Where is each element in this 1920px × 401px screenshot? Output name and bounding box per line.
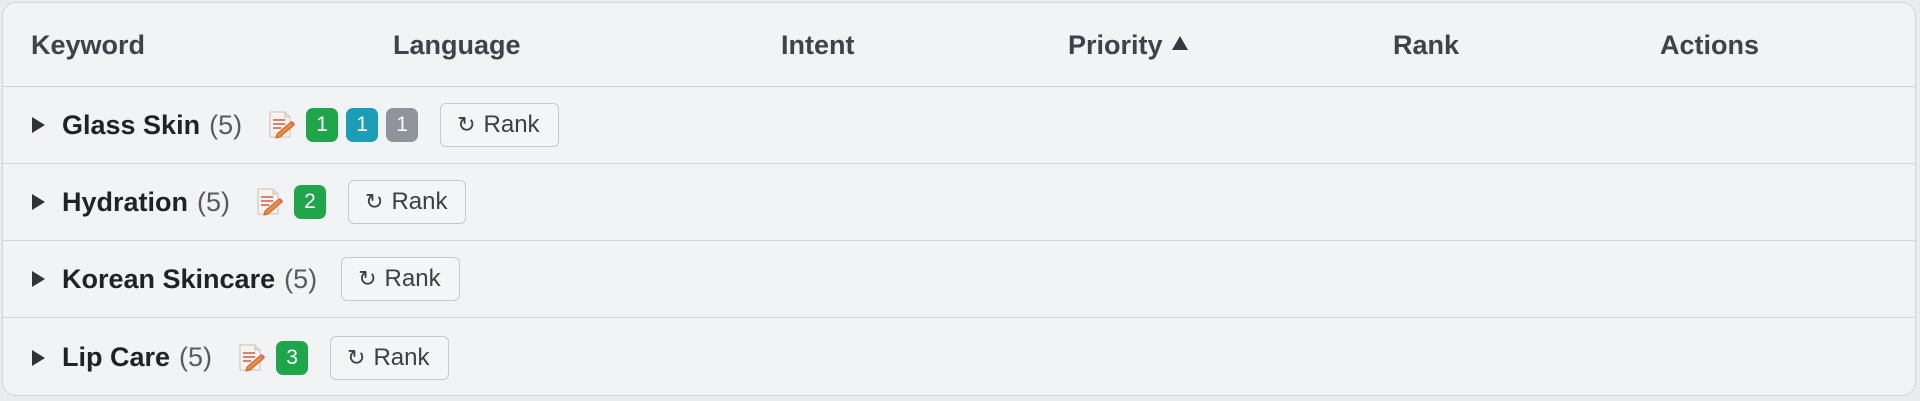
group-content: Hydration (5) 2 ↻ Rank xyxy=(62,164,467,240)
rank-button-label: Rank xyxy=(391,188,448,215)
keyword-table: Keyword Language Intent Priority Rank Ac… xyxy=(2,2,1916,396)
group-count: (5) xyxy=(209,109,243,140)
group-name: Korean Skincare xyxy=(62,263,276,294)
caret-right-icon[interactable] xyxy=(32,271,45,287)
priority-badge: 1 xyxy=(386,108,419,142)
rank-button[interactable]: ↻ Rank xyxy=(348,180,467,224)
group-row[interactable]: Glass Skin (5) 1 1 1 ↻ Rank xyxy=(3,87,1915,164)
group-count: (5) xyxy=(284,263,318,294)
refresh-icon: ↻ xyxy=(358,266,377,291)
group-name: Glass Skin xyxy=(62,109,201,140)
group-name: Lip Care xyxy=(62,342,171,372)
table-header: Keyword Language Intent Priority Rank Ac… xyxy=(3,3,1915,87)
priority-badge: 2 xyxy=(294,185,327,219)
group-name: Hydration xyxy=(62,186,189,217)
column-header-actions: Actions xyxy=(1660,3,1759,87)
column-header-rank[interactable]: Rank xyxy=(1393,3,1459,87)
caret-right-icon[interactable] xyxy=(32,194,45,210)
column-header-priority[interactable]: Priority xyxy=(1068,3,1188,87)
group-content: Korean Skincare (5) ↻ Rank xyxy=(62,241,460,317)
refresh-icon: ↻ xyxy=(457,112,476,137)
column-header-intent-label: Intent xyxy=(781,30,855,60)
column-header-rank-label: Rank xyxy=(1393,30,1460,60)
group-row[interactable]: Lip Care (5) 3 ↻ Rank xyxy=(3,318,1915,395)
column-header-actions-label: Actions xyxy=(1660,30,1760,60)
refresh-icon: ↻ xyxy=(347,344,366,370)
rank-button[interactable]: ↻ Rank xyxy=(330,335,449,380)
group-row[interactable]: Korean Skincare (5) ↻ Rank xyxy=(3,241,1915,318)
group-count: (5) xyxy=(179,342,213,372)
caret-right-icon[interactable] xyxy=(32,349,45,366)
group-content: Glass Skin (5) 1 1 1 ↻ Rank xyxy=(62,87,559,163)
memo-icon xyxy=(254,187,284,217)
column-header-language[interactable]: Language xyxy=(393,3,521,87)
sort-up-icon xyxy=(1171,36,1188,50)
rank-button[interactable]: ↻ Rank xyxy=(440,103,559,147)
memo-icon xyxy=(266,110,296,140)
group-row[interactable]: Hydration (5) 2 ↻ Rank xyxy=(3,164,1915,241)
refresh-icon: ↻ xyxy=(365,189,384,214)
memo-icon xyxy=(236,343,266,373)
group-content: Lip Care (5) 3 ↻ Rank xyxy=(62,318,449,395)
rank-button-label: Rank xyxy=(483,111,540,138)
rank-button-label: Rank xyxy=(373,343,430,371)
caret-right-icon[interactable] xyxy=(32,117,45,133)
column-header-priority-label: Priority xyxy=(1068,30,1163,60)
rank-button-label: Rank xyxy=(384,265,441,292)
column-header-language-label: Language xyxy=(393,30,521,60)
column-header-keyword[interactable]: Keyword xyxy=(31,3,145,87)
column-header-keyword-label: Keyword xyxy=(31,30,146,60)
group-count: (5) xyxy=(197,186,231,217)
column-header-intent[interactable]: Intent xyxy=(781,3,855,87)
rank-button[interactable]: ↻ Rank xyxy=(341,257,460,301)
priority-badge: 1 xyxy=(346,108,379,142)
keyword-groups: Glass Skin (5) 1 1 1 ↻ Rank Hydration (5) 2 ↻ Rank K… xyxy=(3,87,1915,395)
priority-badge: 3 xyxy=(276,340,309,375)
priority-badge: 1 xyxy=(306,108,339,142)
